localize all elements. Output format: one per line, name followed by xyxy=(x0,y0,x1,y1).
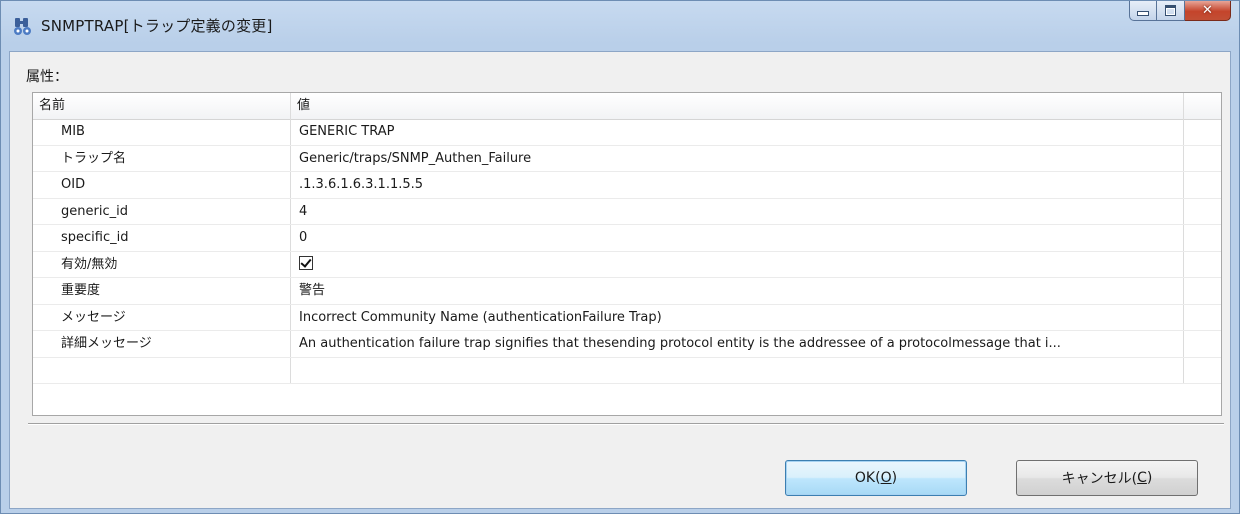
table-row[interactable]: 有効/無効 xyxy=(33,251,1221,278)
row-name: 詳細メッセージ xyxy=(33,331,291,357)
dialog-window: SNMPTRAP[トラップ定義の変更] ✕ 属性： 名前 値 MIB GENER… xyxy=(0,0,1240,514)
table-row[interactable]: OID .1.3.6.1.6.3.1.1.5.5 xyxy=(33,172,1221,199)
row-name: メッセージ xyxy=(33,304,291,330)
table-body: MIB GENERIC TRAP トラップ名 Generic/traps/SNM… xyxy=(33,119,1221,384)
cancel-mnemonic: C xyxy=(1137,470,1147,486)
ok-label: OK( xyxy=(854,470,881,486)
row-name: MIB xyxy=(33,119,291,145)
enabled-checkbox[interactable] xyxy=(299,255,313,270)
cancel-suffix: ) xyxy=(1146,470,1153,486)
row-name: generic_id xyxy=(33,198,291,224)
row-name: specific_id xyxy=(33,225,291,251)
row-filler xyxy=(1184,225,1221,251)
ok-button[interactable]: OK(O) xyxy=(785,460,967,496)
row-filler xyxy=(1184,146,1221,172)
row-value xyxy=(291,251,1184,277)
attributes-label: 属性： xyxy=(26,69,68,85)
row-filler xyxy=(1184,199,1221,225)
maximize-icon xyxy=(1165,5,1176,16)
row-filler xyxy=(1184,278,1221,304)
table-row-empty xyxy=(33,357,1221,384)
row-name: 有効/無効 xyxy=(33,251,291,277)
row-filler xyxy=(1184,172,1221,198)
row-value[interactable]: Generic/traps/SNMP_Authen_Failure xyxy=(291,145,1184,171)
row-name xyxy=(33,357,291,383)
maximize-button[interactable] xyxy=(1157,1,1185,21)
row-value[interactable]: .1.3.6.1.6.3.1.1.5.5 xyxy=(291,172,1184,198)
row-filler xyxy=(1184,252,1221,278)
row-value[interactable]: 警告 xyxy=(291,278,1184,304)
row-filler xyxy=(1184,119,1221,145)
dialog-client-area: 属性： 名前 値 MIB GENERIC TRAP トラップ名 Generic/… xyxy=(9,51,1231,509)
cancel-button[interactable]: キャンセル(C) xyxy=(1016,460,1198,496)
row-value[interactable]: 4 xyxy=(291,198,1184,224)
row-name: 重要度 xyxy=(33,278,291,304)
row-filler xyxy=(1184,358,1221,384)
table-row[interactable]: MIB GENERIC TRAP xyxy=(33,119,1221,146)
column-header-value[interactable]: 値 xyxy=(291,93,1184,119)
column-header-name[interactable]: 名前 xyxy=(33,93,291,119)
close-button[interactable]: ✕ xyxy=(1185,1,1231,21)
minimize-button[interactable] xyxy=(1129,1,1157,21)
separator xyxy=(28,423,1224,425)
table-row[interactable]: トラップ名 Generic/traps/SNMP_Authen_Failure xyxy=(33,145,1221,172)
row-value[interactable]: Incorrect Community Name (authentication… xyxy=(291,304,1184,330)
ok-suffix: ) xyxy=(891,470,898,486)
table-row[interactable]: generic_id 4 xyxy=(33,198,1221,225)
snmp-trap-icon xyxy=(14,18,31,35)
title-bar[interactable]: SNMPTRAP[トラップ定義の変更] ✕ xyxy=(1,1,1239,51)
table-row[interactable]: specific_id 0 xyxy=(33,225,1221,252)
row-name: OID xyxy=(33,172,291,198)
row-filler xyxy=(1184,305,1221,331)
attributes-table[interactable]: 名前 値 MIB GENERIC TRAP トラップ名 Generic/trap… xyxy=(32,92,1222,416)
close-icon: ✕ xyxy=(1202,3,1213,18)
window-title: SNMPTRAP[トラップ定義の変更] xyxy=(41,17,273,35)
row-name: トラップ名 xyxy=(33,145,291,171)
caption-buttons: ✕ xyxy=(1129,1,1231,23)
table-row[interactable]: メッセージ Incorrect Community Name (authenti… xyxy=(33,304,1221,331)
table-row[interactable]: 詳細メッセージ An authentication failure trap s… xyxy=(33,331,1221,358)
row-value[interactable]: An authentication failure trap signifies… xyxy=(291,331,1184,357)
table-header: 名前 値 xyxy=(33,93,1221,120)
row-value[interactable]: GENERIC TRAP xyxy=(291,119,1184,145)
row-value[interactable]: 0 xyxy=(291,225,1184,251)
row-value xyxy=(291,357,1184,383)
row-filler xyxy=(1184,331,1221,357)
minimize-icon xyxy=(1137,11,1149,16)
column-header-filler xyxy=(1184,93,1221,119)
table-row[interactable]: 重要度 警告 xyxy=(33,278,1221,305)
cancel-label: キャンセル( xyxy=(1061,471,1138,487)
ok-mnemonic: O xyxy=(880,470,892,486)
